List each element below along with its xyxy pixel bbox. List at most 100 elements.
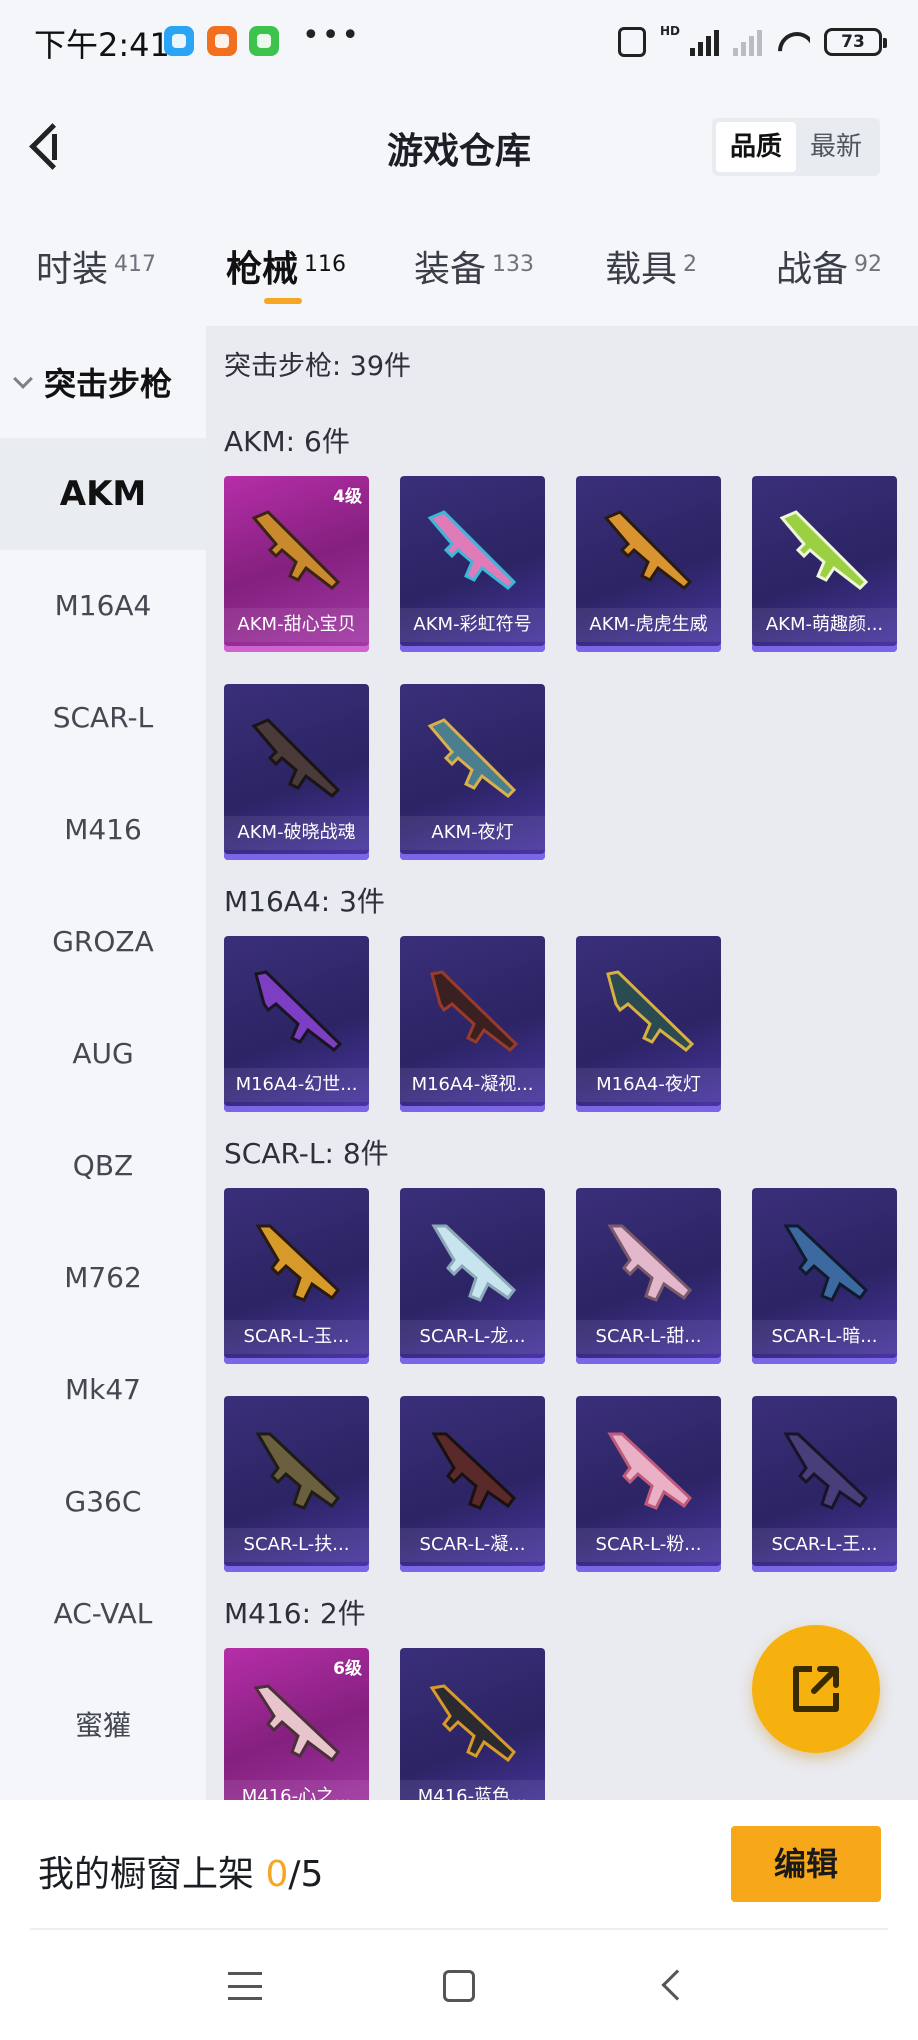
rifle-icon	[255, 1432, 341, 1510]
rifle-icon	[427, 718, 517, 798]
weapon-card[interactable]: SCAR-L-扶...	[224, 1396, 369, 1572]
weapon-list: 突击步枪: 39件 AKM: 6件 4级 AKM-甜心宝贝 AKM-彩虹符号 A…	[206, 326, 918, 1800]
section-title: SCAR-L: 8件	[224, 1137, 389, 1170]
weapon-card[interactable]: AKM-破晓战魂	[224, 684, 369, 860]
weapon-name: M16A4-凝视...	[400, 1068, 545, 1102]
weapon-card[interactable]: M16A4-夜灯	[576, 936, 721, 1112]
nfc-icon	[617, 27, 646, 57]
tab-fashion[interactable]: 时装 417	[36, 240, 156, 292]
weapon-card[interactable]: AKM-彩虹符号	[400, 476, 545, 652]
weapon-card[interactable]: M16A4-凝视...	[400, 936, 545, 1112]
sidebar-group-assault-rifles[interactable]: 突击步枪	[0, 326, 206, 438]
rifle-icon	[431, 1432, 517, 1510]
signal-icon	[690, 28, 719, 56]
sort-quality-option[interactable]: 品质	[716, 122, 796, 172]
sidebar-item-m762[interactable]: M762	[0, 1222, 206, 1334]
sidebar-item-m416[interactable]: M416	[0, 774, 206, 886]
mi-app-icon	[207, 26, 237, 56]
rifle-icon	[783, 1224, 869, 1302]
weapon-name: SCAR-L-龙...	[400, 1320, 545, 1354]
weapon-name: AKM-虎虎生威	[576, 608, 721, 642]
tab-guns[interactable]: 枪械 116	[226, 240, 346, 292]
weapon-name: AKM-甜心宝贝	[224, 608, 369, 642]
rifle-icon	[607, 1224, 693, 1302]
showcase-current-count: 0	[265, 1854, 289, 1895]
weapon-name: SCAR-L-凝...	[400, 1528, 545, 1562]
weapon-card[interactable]: SCAR-L-龙...	[400, 1188, 545, 1364]
category-tabs: 时装 417 枪械 116 装备 133 载具 2 战备 92	[0, 230, 918, 320]
weapon-name: AKM-破晓战魂	[224, 816, 369, 850]
rifle-icon	[429, 1684, 517, 1763]
sidebar-item-akm[interactable]: AKM	[0, 438, 206, 550]
tab-label: 时装	[36, 249, 109, 290]
weapon-card[interactable]: SCAR-L-凝...	[400, 1396, 545, 1572]
weapon-card[interactable]: 4级 AKM-甜心宝贝	[224, 476, 369, 652]
weapon-card[interactable]: SCAR-L-甜...	[576, 1188, 721, 1364]
chevron-down-icon	[13, 369, 33, 389]
back-icon[interactable]	[661, 1969, 693, 2001]
section-title: M416: 2件	[224, 1597, 366, 1630]
tab-label: 枪械	[226, 249, 299, 290]
showcase-max-count: /5	[288, 1854, 324, 1895]
weapon-name: SCAR-L-王...	[752, 1528, 897, 1562]
home-icon[interactable]	[443, 1970, 475, 2002]
weapon-name: AKM-萌趣颜...	[752, 608, 897, 642]
rifle-icon	[783, 1432, 869, 1510]
sort-newest-option[interactable]: 最新	[796, 122, 876, 172]
sidebar-item-aug[interactable]: AUG	[0, 998, 206, 1110]
sidebar-item-ac-val[interactable]: AC-VAL	[0, 1558, 206, 1670]
wifi-icon	[776, 28, 810, 56]
sidebar-item-m16a4[interactable]: M16A4	[0, 550, 206, 662]
weapon-name: M16A4-夜灯	[576, 1068, 721, 1102]
weapon-card[interactable]: M16A4-幻世...	[224, 936, 369, 1112]
tab-equipment[interactable]: 装备 133	[414, 240, 534, 292]
edit-button[interactable]: 编辑	[731, 1826, 881, 1902]
weapon-card[interactable]: SCAR-L-王...	[752, 1396, 897, 1572]
weapon-card[interactable]: AKM-虎虎生威	[576, 476, 721, 652]
weapon-name: SCAR-L-粉...	[576, 1528, 721, 1562]
rifle-icon	[253, 1684, 341, 1763]
sidebar-item-qbz[interactable]: QBZ	[0, 1110, 206, 1222]
share-button[interactable]	[752, 1625, 880, 1753]
sidebar-item-mk47[interactable]: Mk47	[0, 1334, 206, 1446]
status-bar: 下午2:41 ••• HD 73	[0, 0, 918, 82]
rifle-icon	[427, 510, 517, 590]
tab-count: 116	[304, 252, 347, 277]
weapon-card[interactable]: SCAR-L-玉...	[224, 1188, 369, 1364]
signal-2-icon	[733, 28, 762, 56]
weapon-card[interactable]: 6级 M416-心之...	[224, 1648, 369, 1800]
weapon-name: SCAR-L-扶...	[224, 1528, 369, 1562]
system-nav-bar	[0, 1930, 918, 2040]
rifle-icon	[779, 510, 869, 590]
weapon-card[interactable]: SCAR-L-粉...	[576, 1396, 721, 1572]
weapon-name: M416-蓝色...	[400, 1780, 545, 1800]
tab-count: 2	[683, 252, 698, 277]
tab-supplies[interactable]: 战备 92	[776, 240, 882, 292]
weapon-name: M16A4-幻世...	[224, 1068, 369, 1102]
rifle-icon	[251, 510, 341, 590]
rifle-icon	[606, 970, 695, 1052]
weapon-card[interactable]: M416-蓝色...	[400, 1648, 545, 1800]
rifle-icon	[254, 970, 343, 1052]
weapon-card[interactable]: SCAR-L-暗...	[752, 1188, 897, 1364]
weapon-card[interactable]: AKM-萌趣颜...	[752, 476, 897, 652]
weapon-card[interactable]: AKM-夜灯	[400, 684, 545, 860]
sidebar-item-g36c[interactable]: G36C	[0, 1446, 206, 1558]
weapon-name: SCAR-L-暗...	[752, 1320, 897, 1354]
weapon-name: M416-心之...	[224, 1780, 369, 1800]
menu-icon[interactable]	[228, 1972, 262, 2000]
tab-label: 战备	[776, 249, 849, 290]
header: 游戏仓库 品质 最新	[0, 82, 918, 212]
rifle-icon	[603, 510, 693, 590]
green-app-icon	[249, 26, 279, 56]
tab-vehicles[interactable]: 载具 2	[605, 240, 697, 292]
tab-count: 92	[854, 252, 883, 277]
weapon-sidebar: 突击步枪 AKM M16A4 SCAR-L M416 GROZA AUG QBZ…	[0, 326, 206, 1800]
section-title: AKM: 6件	[224, 425, 350, 458]
sidebar-item-groza[interactable]: GROZA	[0, 886, 206, 998]
sidebar-item-honey-badger[interactable]: 蜜獾	[0, 1670, 206, 1782]
tab-count: 133	[492, 252, 535, 277]
weapon-name: SCAR-L-玉...	[224, 1320, 369, 1354]
sidebar-item-scar-l[interactable]: SCAR-L	[0, 662, 206, 774]
sort-toggle: 品质 最新	[712, 118, 880, 176]
